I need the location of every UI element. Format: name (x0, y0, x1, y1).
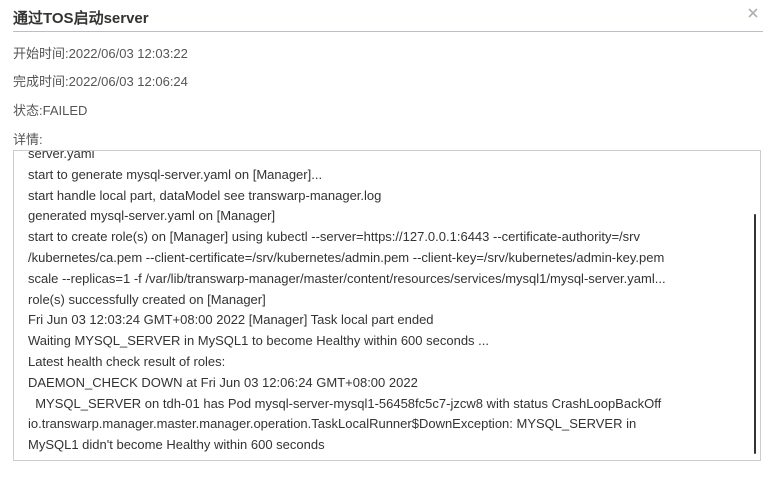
dialog-title: 通过TOS启动server (13, 10, 149, 27)
log-line: DAEMON_CHECK DOWN at Fri Jun 03 12:06:24… (28, 374, 418, 390)
log-line: scale --replicas=1 -f /var/lib/transwarp… (28, 270, 666, 286)
log-line: MySQL1 didn't become Healthy within 600 … (28, 437, 325, 453)
log-scrollbar[interactable] (752, 152, 758, 459)
log-line: Latest health check result of roles: (28, 353, 226, 369)
dialog-header: 通过TOS启动server (13, 0, 763, 32)
task-detail-dialog: 通过TOS启动server 开始时间:2022/06/03 12:03:22 完… (0, 0, 775, 478)
log-line: start to generate mysql-server.yaml on [… (28, 166, 323, 182)
log-line: Waiting MYSQL_SERVER in MySQL1 to become… (28, 333, 489, 349)
log-line: Fri Jun 03 12:03:24 GMT+08:00 2022 [Mana… (28, 312, 434, 328)
log-line: generated mysql-server.yaml on [Manager] (28, 208, 276, 224)
log-line: start to create role(s) on [Manager] usi… (28, 229, 641, 245)
log-line: role(s) successfully created on [Manager… (28, 291, 266, 307)
close-icon[interactable] (746, 6, 760, 20)
status-text: 状态:FAILED (13, 103, 88, 118)
log-scrollbar-thumb[interactable] (754, 214, 756, 454)
end-time: 完成时间:2022/06/03 12:06:24 (13, 74, 188, 89)
detail-label: 详情: (13, 132, 43, 147)
log-output-box[interactable]: server.yaml start to generate mysql-serv… (13, 150, 761, 461)
log-line: io.transwarp.manager.master.manager.oper… (28, 416, 637, 432)
log-line: server.yaml (28, 150, 95, 161)
log-lines: server.yaml start to generate mysql-serv… (28, 150, 750, 456)
log-line: MYSQL_SERVER on tdh-01 has Pod mysql-ser… (28, 395, 662, 411)
close-icon-glyph (748, 8, 758, 18)
log-line: /kubernetes/ca.pem --client-certificate=… (28, 249, 665, 265)
log-line: start handle local part, dataModel see t… (28, 187, 382, 203)
start-time: 开始时间:2022/06/03 12:03:22 (13, 46, 188, 61)
